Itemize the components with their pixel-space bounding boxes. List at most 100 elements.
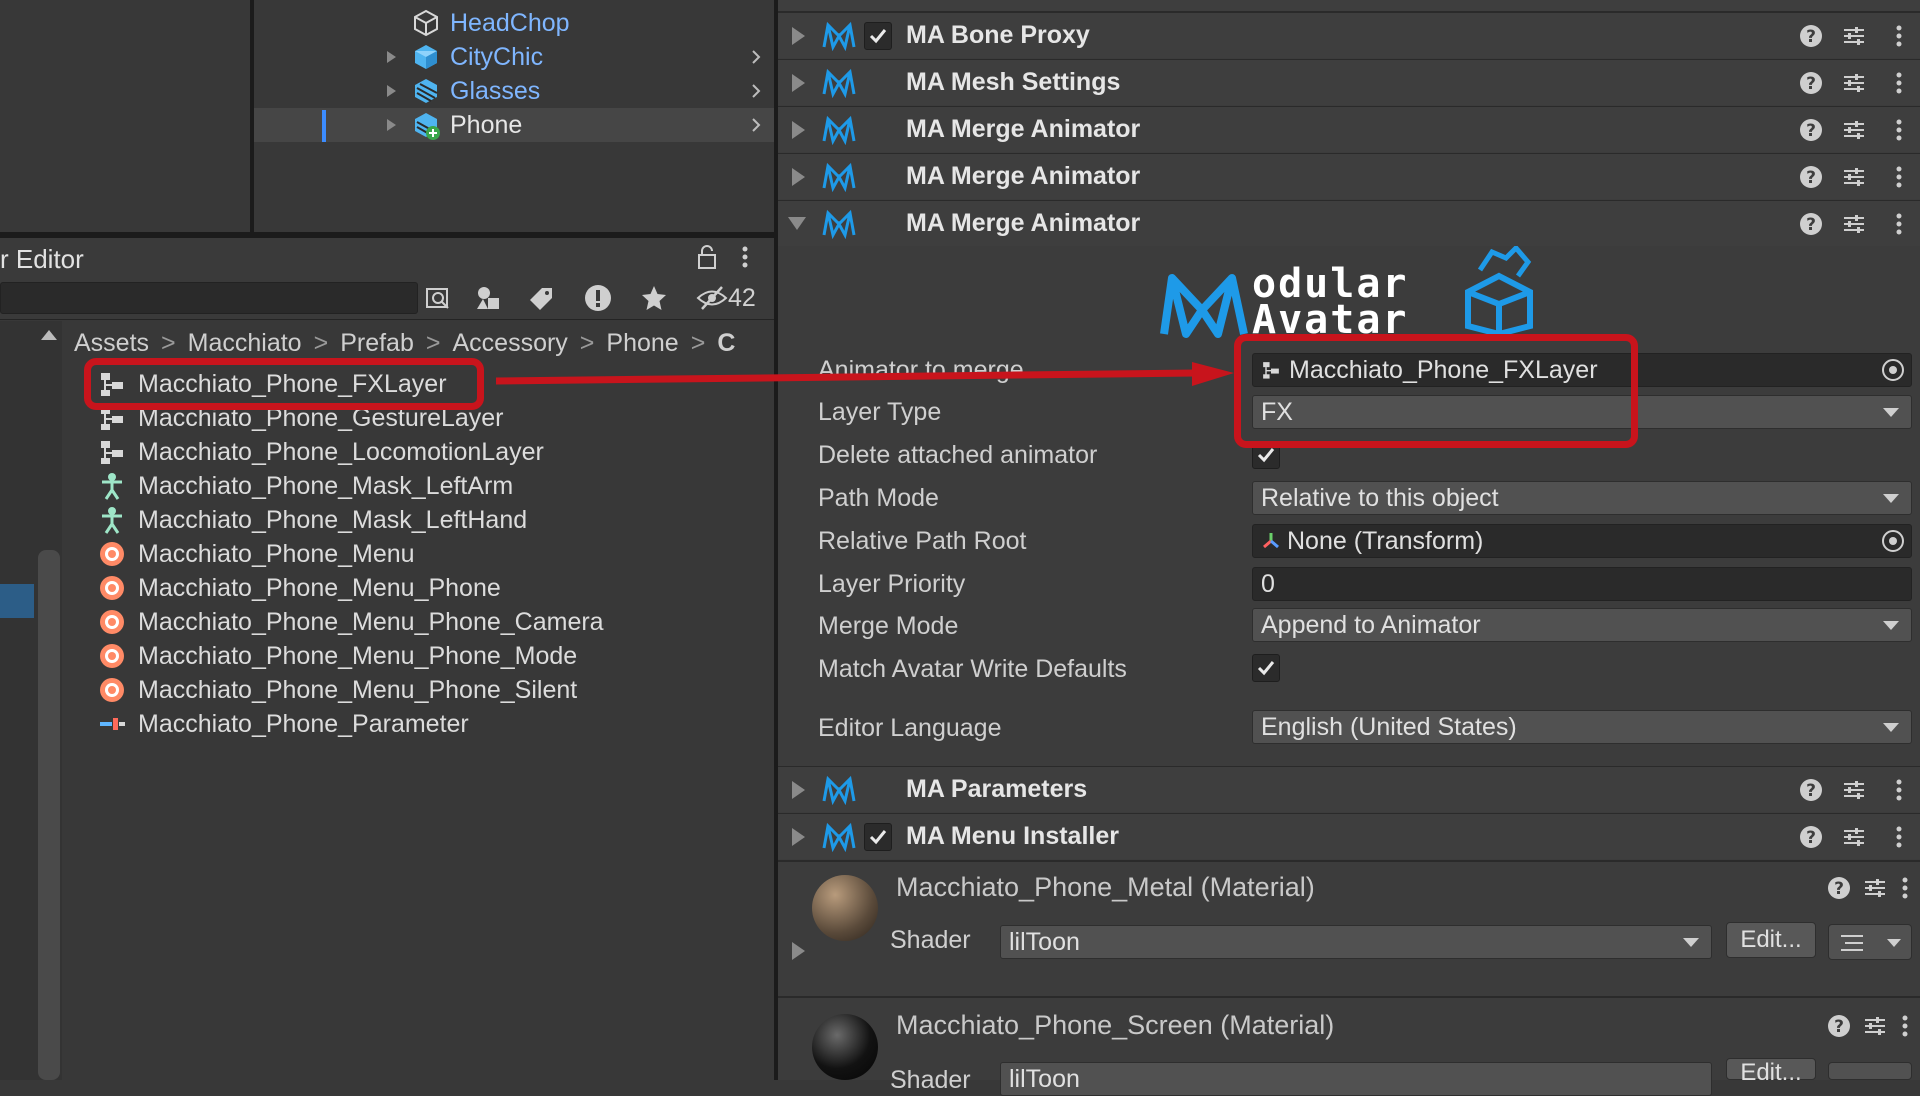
filter-by-label-button[interactable] [522,282,562,314]
asset-row[interactable]: Macchiato_Phone_Mask_LeftHand [98,503,527,537]
material-preview-metal[interactable] [812,875,878,941]
shader-dropdown[interactable]: lilToon [1000,1062,1712,1096]
shader-options-button[interactable] [1828,1062,1912,1080]
hierarchy-item-citychic[interactable]: CityChic [254,40,774,74]
chevron-right-icon[interactable] [748,117,764,133]
breadcrumb-item[interactable]: C [717,329,735,358]
hierarchy-item-phone[interactable]: Phone [254,108,774,142]
more-options-icon[interactable] [1886,23,1912,49]
asset-row[interactable]: Macchiato_Phone_Mask_LeftArm [98,469,513,503]
more-options-icon[interactable] [1900,1013,1910,1039]
foldout-arrow-icon[interactable] [792,120,805,139]
help-icon[interactable]: ? [1798,117,1824,143]
foldout-arrow-icon[interactable] [792,780,805,799]
more-options-icon[interactable] [1886,211,1912,237]
breadcrumb-item[interactable]: Phone [606,329,678,358]
component-header-merge-animator[interactable]: MA Merge Animator ? [778,106,1920,152]
match-write-defaults-checkbox[interactable] [1252,654,1280,682]
merge-mode-dropdown[interactable]: Append to Animator [1252,608,1912,642]
help-icon[interactable]: ? [1798,23,1824,49]
path-mode-dropdown[interactable]: Relative to this object [1252,481,1912,515]
component-header-menu-installer[interactable]: MA Menu Installer ? [778,813,1920,859]
layer-priority-input[interactable]: 0 [1252,567,1912,601]
foldout-open-icon[interactable] [788,217,806,230]
asset-row[interactable]: Macchiato_Phone_Menu_Phone_Mode [98,639,577,673]
asset-row[interactable]: Macchiato_Phone_Parameter [98,707,469,741]
foldout-arrow-icon[interactable] [384,84,398,98]
presets-icon[interactable] [1841,70,1867,96]
help-icon[interactable]: ? [1798,70,1824,96]
component-header-merge-animator-expanded[interactable]: MA Merge Animator ? [778,200,1920,246]
asset-row[interactable]: Macchiato_Phone_Menu_Phone [98,571,501,605]
foldout-arrow-icon[interactable] [792,73,805,92]
foldout-arrow-icon[interactable] [384,50,398,64]
presets-icon[interactable] [1841,777,1867,803]
search-input[interactable] [0,282,418,314]
presets-icon[interactable] [1841,164,1867,190]
more-options-icon[interactable] [1886,164,1912,190]
scrollbar[interactable] [38,550,60,1080]
relative-path-root-field[interactable]: None (Transform) [1252,524,1912,558]
component-header-bone-proxy[interactable]: MA Bone Proxy ? [778,12,1920,58]
more-options-icon[interactable] [1886,777,1912,803]
panel-title[interactable]: r Editor [0,244,84,275]
material-preview-screen[interactable] [812,1014,878,1080]
edit-shader-button[interactable]: Edit... [1726,1058,1816,1086]
object-picker-icon[interactable] [1881,529,1905,553]
logo-text: odular Avatar [1252,261,1409,343]
enable-checkbox[interactable] [864,21,892,50]
chevron-right-icon[interactable] [748,83,764,99]
lock-icon[interactable] [696,244,718,270]
help-icon[interactable]: ? [1798,211,1824,237]
help-icon[interactable]: ? [1826,875,1852,901]
asset-row[interactable]: Macchiato_Phone_LocomotionLayer [98,435,544,469]
favorites-button[interactable] [634,282,674,314]
foldout-arrow-icon[interactable] [792,827,805,846]
more-options-icon[interactable] [740,244,750,270]
asset-row[interactable]: Macchiato_Phone_Menu_Phone_Silent [98,673,577,707]
shader-dropdown[interactable]: lilToon [1000,925,1712,959]
component-header-parameters[interactable]: MA Parameters ? [778,766,1920,812]
breadcrumb-item[interactable]: Macchiato [188,329,302,358]
breadcrumb-item[interactable]: Prefab [340,329,414,358]
presets-icon[interactable] [1841,824,1867,850]
editor-language-dropdown[interactable]: English (United States) [1252,710,1912,744]
help-icon[interactable]: ? [1798,824,1824,850]
dropdown-arrow-icon [1883,722,1899,732]
component-header-merge-animator[interactable]: MA Merge Animator ? [778,153,1920,199]
scroll-up-icon[interactable] [41,330,57,340]
shader-options-button[interactable] [1828,924,1912,960]
foldout-arrow-icon[interactable] [792,167,805,186]
asset-row[interactable]: Macchiato_Phone_Menu [98,537,415,571]
breadcrumb-item[interactable]: Accessory [452,329,567,358]
asset-row[interactable]: Macchiato_Phone_Menu_Phone_Camera [98,605,604,639]
object-picker-icon[interactable] [1881,358,1905,382]
presets-icon[interactable] [1841,211,1867,237]
more-options-icon[interactable] [1886,117,1912,143]
foldout-arrow-icon[interactable] [792,26,805,45]
presets-icon[interactable] [1841,23,1867,49]
help-icon[interactable]: ? [1798,777,1824,803]
help-icon[interactable]: ? [1798,164,1824,190]
filter-by-type-button[interactable] [468,282,508,314]
chevron-right-icon[interactable] [748,49,764,65]
foldout-arrow-icon[interactable] [384,118,398,132]
more-options-icon[interactable] [1886,70,1912,96]
presets-icon[interactable] [1862,1013,1888,1039]
log-types-button[interactable] [578,282,618,314]
more-options-icon[interactable] [1900,875,1910,901]
hierarchy-item-headchop[interactable]: HeadChop [254,6,774,40]
more-options-icon[interactable] [1886,824,1912,850]
enable-checkbox[interactable] [864,822,892,851]
hierarchy-item-glasses[interactable]: Glasses [254,74,774,108]
foldout-arrow-icon[interactable] [792,942,805,960]
component-header-mesh-settings[interactable]: MA Mesh Settings ? [778,59,1920,105]
presets-icon[interactable] [1841,117,1867,143]
search-mode-button[interactable] [418,282,458,314]
breadcrumb-item[interactable]: Assets [74,329,149,358]
hidden-packages-button[interactable] [692,282,732,314]
expressions-menu-icon [100,542,124,566]
presets-icon[interactable] [1862,875,1888,901]
help-icon[interactable]: ? [1826,1013,1852,1039]
edit-shader-button[interactable]: Edit... [1726,922,1816,958]
